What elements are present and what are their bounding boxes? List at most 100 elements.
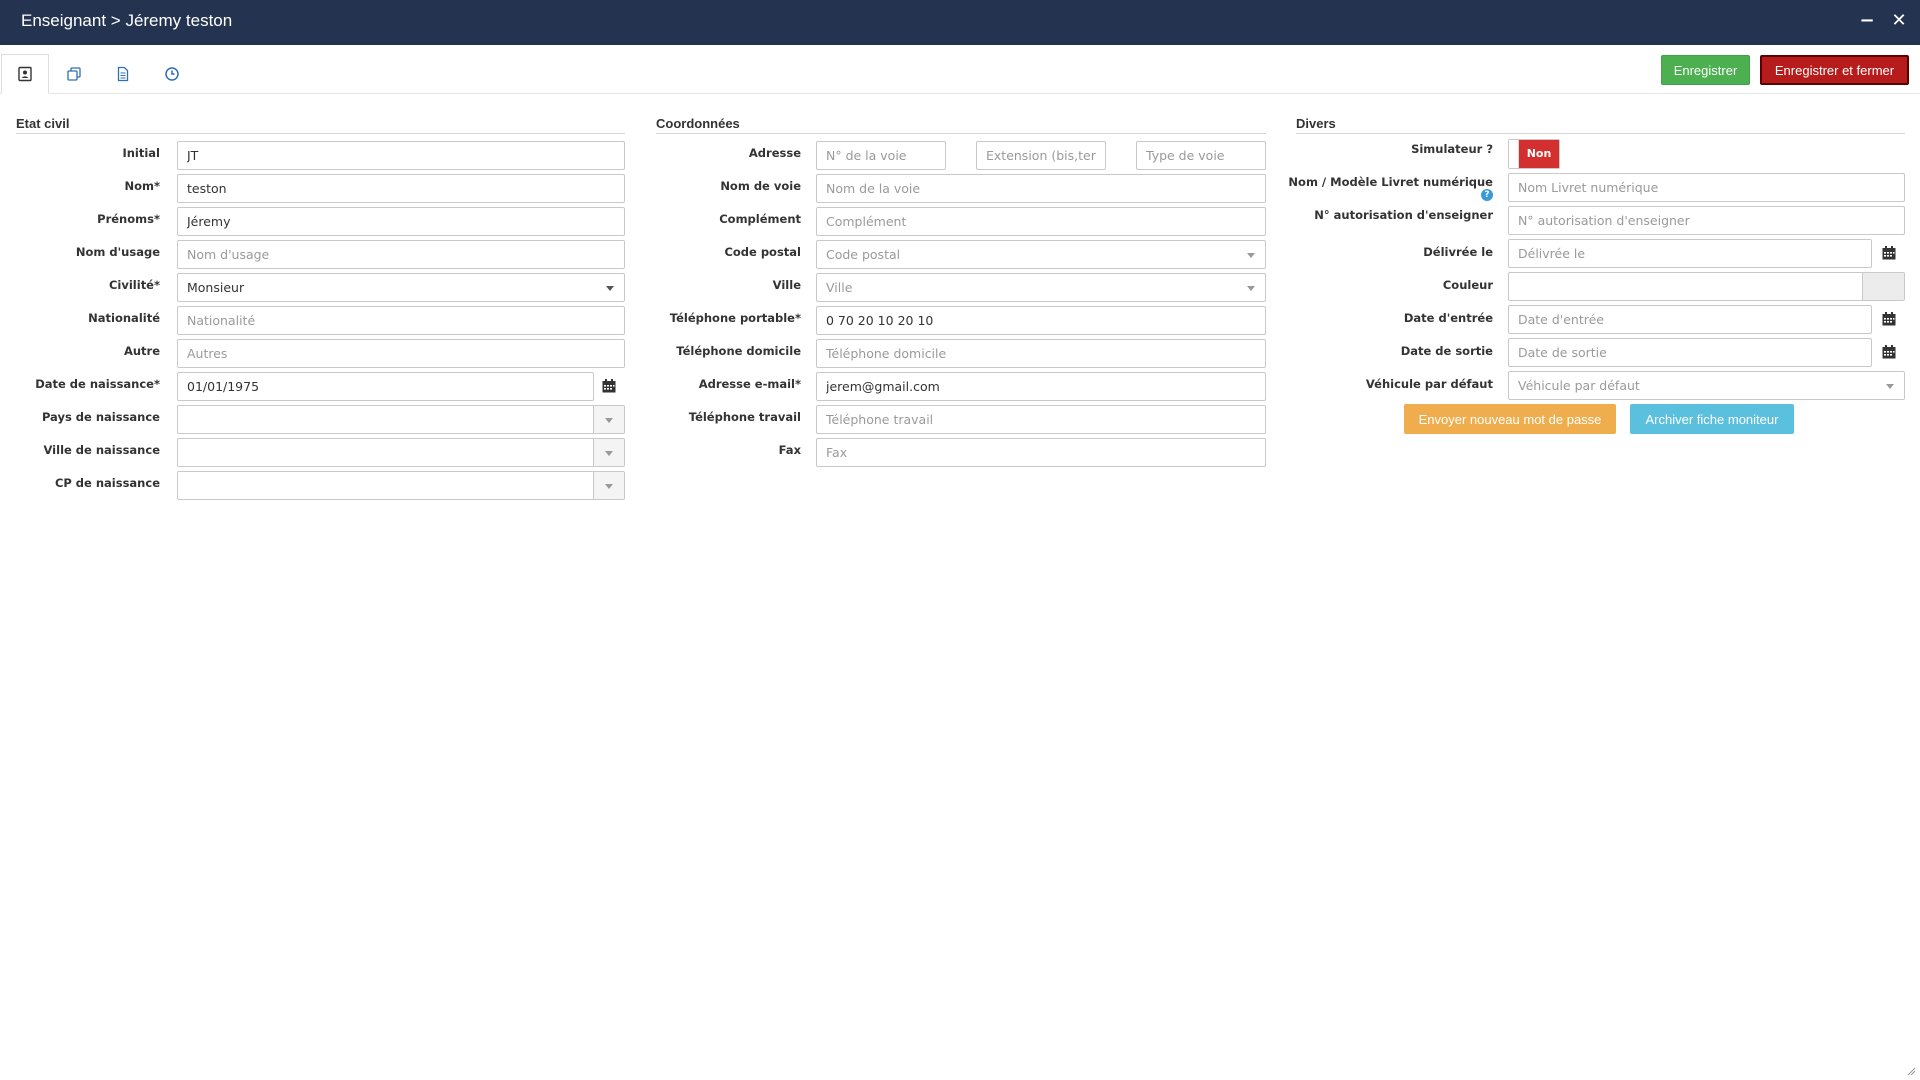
divider xyxy=(16,133,625,134)
toggle-state: Non xyxy=(1519,140,1559,168)
tab-copy[interactable] xyxy=(50,55,98,93)
code-postal-select[interactable]: Code postal xyxy=(816,240,1266,269)
label-tel-portable: Téléphone portable* xyxy=(669,311,801,325)
code-postal-value: Code postal xyxy=(826,247,901,262)
label-simulateur: Simulateur ? xyxy=(1411,142,1493,156)
tel-travail-field[interactable] xyxy=(816,405,1266,434)
tab-contact[interactable] xyxy=(1,54,49,94)
calendar-icon[interactable] xyxy=(601,378,617,394)
label-prenoms: Prénoms* xyxy=(97,212,160,226)
autorisation-field[interactable] xyxy=(1508,206,1905,235)
label-initial: Initial xyxy=(122,146,160,160)
label-ville-naissance: Ville de naissance xyxy=(43,443,160,457)
date-sortie-field[interactable] xyxy=(1508,338,1872,367)
initial-field[interactable] xyxy=(177,141,625,170)
adresse-extension-field[interactable] xyxy=(976,141,1106,170)
ville-select[interactable]: Ville xyxy=(816,273,1266,302)
chevron-down-icon xyxy=(1247,286,1255,291)
minimize-icon[interactable]: − xyxy=(1856,10,1878,32)
chevron-down-icon xyxy=(606,286,614,291)
adresse-type-field[interactable] xyxy=(1136,141,1266,170)
vehicule-select[interactable]: Véhicule par défaut xyxy=(1508,371,1905,400)
email-field[interactable] xyxy=(816,372,1266,401)
calendar-icon[interactable] xyxy=(1881,245,1897,261)
ville-value: Ville xyxy=(826,280,853,295)
label-nationalite: Nationalité xyxy=(88,311,160,325)
calendar-icon[interactable] xyxy=(1881,344,1897,360)
chevron-down-icon xyxy=(605,418,613,423)
adresse-num-field[interactable] xyxy=(816,141,946,170)
fax-field[interactable] xyxy=(816,438,1266,467)
window-title: Enseignant > Jéremy teston xyxy=(21,11,233,30)
help-icon[interactable]: ? xyxy=(1481,189,1493,201)
combo-dropdown-button[interactable] xyxy=(593,406,624,433)
label-cp-naissance: CP de naissance xyxy=(54,476,160,490)
label-nom-voie: Nom de voie xyxy=(720,179,801,193)
tab-document[interactable] xyxy=(99,55,147,93)
label-couleur: Couleur xyxy=(1442,278,1493,292)
ville-naissance-combo[interactable] xyxy=(177,438,625,467)
section-title-divers: Divers xyxy=(1296,116,1336,131)
date-entree-field[interactable] xyxy=(1508,305,1872,334)
calendar-icon[interactable] xyxy=(1881,311,1897,327)
window-titlebar: Enseignant > Jéremy teston − ✕ xyxy=(0,0,1920,45)
label-nom: Nom* xyxy=(124,179,160,193)
section-title-coordonnees: Coordonnées xyxy=(656,116,740,131)
combo-dropdown-button[interactable] xyxy=(593,472,624,499)
chevron-down-icon xyxy=(605,484,613,489)
contact-card-icon xyxy=(18,66,32,82)
toolbar xyxy=(0,45,1920,94)
label-tel-travail: Téléphone travail xyxy=(688,410,801,424)
pays-naissance-combo[interactable] xyxy=(177,405,625,434)
save-button[interactable]: Enregistrer xyxy=(1661,55,1750,85)
livret-field[interactable] xyxy=(1508,173,1905,202)
label-date-sortie: Date de sortie xyxy=(1400,344,1493,358)
delivree-field[interactable] xyxy=(1508,239,1872,268)
label-nom-usage: Nom d'usage xyxy=(75,245,160,259)
label-fax: Fax xyxy=(778,443,801,457)
tel-portable-field[interactable] xyxy=(816,306,1266,335)
resize-grip-icon[interactable] xyxy=(1906,1066,1916,1076)
chevron-down-icon xyxy=(1886,384,1894,389)
copy-icon xyxy=(67,67,81,81)
simulateur-toggle[interactable]: Non xyxy=(1508,139,1560,169)
nom-usage-field[interactable] xyxy=(177,240,625,269)
label-date-entree: Date d'entrée xyxy=(1403,311,1493,325)
color-swatch-button[interactable] xyxy=(1862,273,1904,300)
label-adresse: Adresse xyxy=(748,146,801,160)
tab-history[interactable] xyxy=(148,55,196,93)
close-icon[interactable]: ✕ xyxy=(1888,10,1910,32)
civilite-select[interactable]: Monsieur xyxy=(177,273,625,302)
chevron-down-icon xyxy=(1247,253,1255,258)
label-vehicule: Véhicule par défaut xyxy=(1365,377,1493,391)
tel-domicile-field[interactable] xyxy=(816,339,1266,368)
toggle-knob xyxy=(1509,140,1519,168)
autre-field[interactable] xyxy=(177,339,625,368)
label-tel-domicile: Téléphone domicile xyxy=(676,344,801,358)
label-date-naissance: Date de naissance* xyxy=(35,377,160,391)
combo-dropdown-button[interactable] xyxy=(593,439,624,466)
date-naissance-field[interactable] xyxy=(177,372,594,401)
document-icon xyxy=(117,66,129,82)
nom-field[interactable] xyxy=(177,174,625,203)
send-password-button[interactable]: Envoyer nouveau mot de passe xyxy=(1404,404,1616,434)
label-autorisation: N° autorisation d'enseigner xyxy=(1314,208,1493,222)
archive-button[interactable]: Archiver fiche moniteur xyxy=(1630,404,1794,434)
divider xyxy=(1296,133,1905,134)
prenoms-field[interactable] xyxy=(177,207,625,236)
label-email: Adresse e-mail* xyxy=(698,377,801,391)
section-title-etat-civil: Etat civil xyxy=(16,116,70,131)
cp-naissance-combo[interactable] xyxy=(177,471,625,500)
civilite-value: Monsieur xyxy=(187,280,245,295)
clock-icon xyxy=(165,67,179,81)
complement-field[interactable] xyxy=(816,207,1266,236)
label-code-postal: Code postal xyxy=(724,245,801,259)
save-and-close-button[interactable]: Enregistrer et fermer xyxy=(1760,55,1909,85)
nationalite-field[interactable] xyxy=(177,306,625,335)
vehicule-value: Véhicule par défaut xyxy=(1518,378,1640,393)
label-civilite: Civilité* xyxy=(108,278,160,292)
nom-voie-field[interactable] xyxy=(816,174,1266,203)
label-livret: Nom / Modèle Livret numérique xyxy=(1288,175,1493,189)
label-delivree: Délivrée le xyxy=(1423,245,1493,259)
couleur-picker[interactable] xyxy=(1508,272,1905,301)
